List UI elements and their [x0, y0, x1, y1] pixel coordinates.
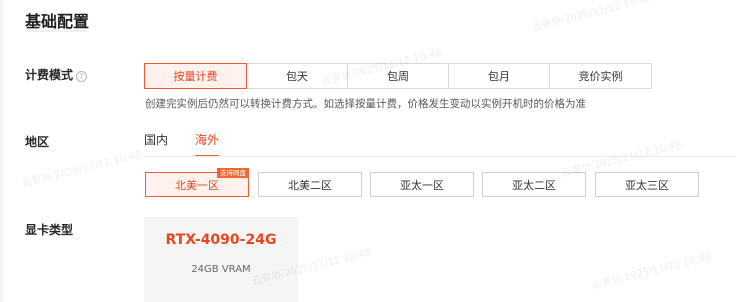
gpu-memory: 24GB VRAM — [191, 264, 251, 275]
cloud-disk-badge: 支持网盘 — [217, 168, 249, 178]
gpu-type-label: 显卡类型 — [25, 223, 74, 237]
region-label: 地区 — [25, 135, 50, 149]
section-title: 基础配置 — [25, 12, 90, 31]
gpu-name: RTX-4090-24G — [165, 232, 277, 248]
billing-note: 创建完实例后仍然可以转换计费方式。如选择按量计费，价格发生变动以实例开机时的价格… — [145, 98, 586, 110]
region-tabs: 国内 海外 — [144, 131, 246, 157]
zone-label: 亚太三区 — [625, 178, 669, 192]
billing-option-pay-as-you-go[interactable]: 按量计费 — [144, 63, 247, 89]
zone-label: 亚太一区 — [400, 178, 444, 192]
billing-option-monthly[interactable]: 包月 — [448, 63, 550, 89]
billing-option-spot[interactable]: 竞价实例 — [549, 63, 652, 89]
billing-option-weekly[interactable]: 包周 — [347, 63, 449, 89]
zone-asia-pacific-2[interactable]: 亚太二区 — [482, 172, 586, 197]
zone-north-america-1[interactable]: 北美一区 支持网盘 — [145, 168, 249, 197]
left-edge-bar — [0, 0, 3, 302]
watermark: 云意协·2025/11/12 10:48 — [590, 251, 713, 292]
help-icon[interactable]: ? — [76, 71, 88, 82]
billing-mode-label-text: 计费模式 — [25, 68, 74, 82]
zone-label: 亚太二区 — [512, 178, 556, 192]
billing-mode-selector: 按量计费 包天 包周 包月 竞价实例 — [144, 63, 652, 89]
zone-asia-pacific-1[interactable]: 亚太一区 — [370, 172, 474, 197]
zone-north-america-2[interactable]: 北美二区 — [258, 172, 362, 197]
zone-label: 北美一区 — [175, 178, 219, 192]
watermark: 云意协·2025/11/12 10:48 — [530, 0, 653, 34]
billing-option-daily[interactable]: 包天 — [246, 63, 348, 89]
watermark: 云意协·2025/11/12 10:48 — [20, 149, 143, 190]
billing-mode-label: 计费模式? — [25, 66, 88, 83]
tab-domestic[interactable]: 国内 — [144, 131, 168, 157]
title-divider — [25, 30, 87, 32]
tabs-divider — [144, 156, 736, 157]
zone-label: 北美二区 — [288, 178, 332, 192]
zone-asia-pacific-3[interactable]: 亚太三区 — [595, 172, 699, 197]
gpu-card-rtx-4090[interactable]: RTX-4090-24G 24GB VRAM — [144, 217, 298, 302]
tab-overseas[interactable]: 海外 — [195, 131, 220, 157]
